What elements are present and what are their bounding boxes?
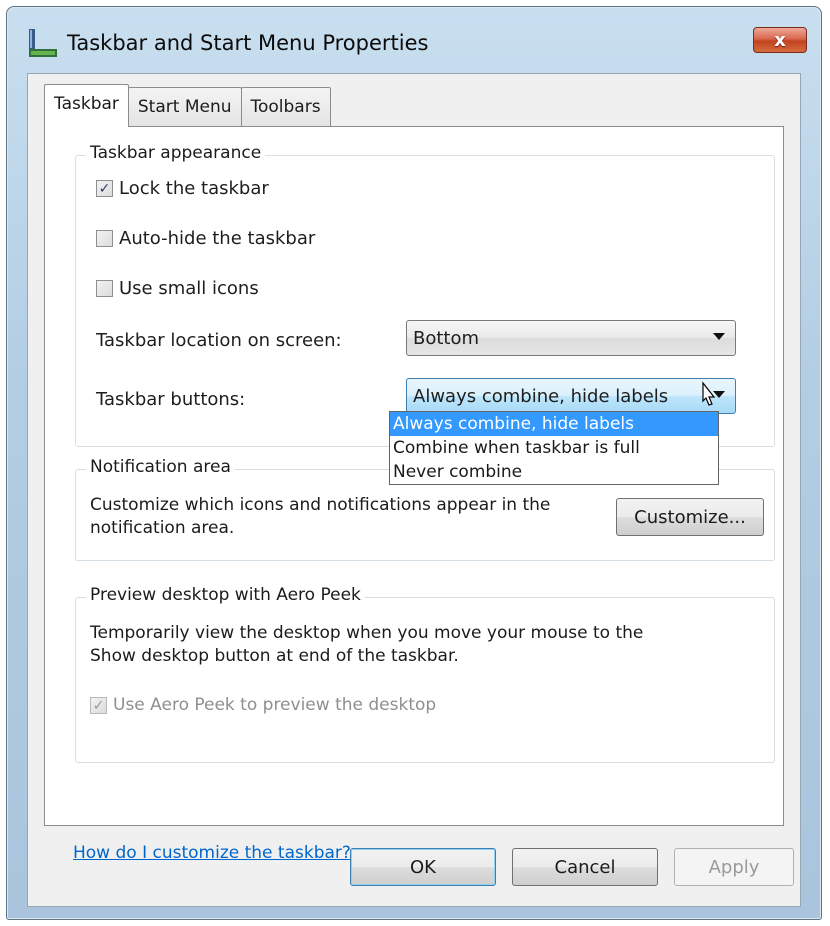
tab-start-menu[interactable]: Start Menu: [127, 87, 242, 126]
location-label: Taskbar location on screen:: [96, 330, 342, 351]
peek-description: Temporarily view the desktop when you mo…: [90, 622, 643, 668]
group-title-notification: Notification area: [86, 457, 235, 477]
group-title-appearance: Taskbar appearance: [86, 143, 266, 163]
notification-desc-line2: notification area.: [90, 518, 235, 538]
small-icons-label: Use small icons: [119, 278, 259, 299]
notification-description: Customize which icons and notifications …: [90, 494, 550, 540]
taskbar-app-icon: [29, 29, 57, 57]
buttons-dropdown-list: Always combine, hide labels Combine when…: [389, 411, 719, 485]
window-title: Taskbar and Start Menu Properties: [67, 31, 429, 55]
autohide-checkbox[interactable]: [96, 230, 113, 247]
close-button[interactable]: x: [753, 27, 807, 53]
small-icons-checkbox[interactable]: [96, 280, 113, 297]
buttons-value: Always combine, hide labels: [413, 385, 669, 407]
tab-strip: Taskbar Start Menu Toolbars: [44, 84, 331, 127]
peek-desc-line2: Show desktop button at end of the taskba…: [90, 646, 459, 666]
lock-taskbar-checkbox[interactable]: ✓: [96, 180, 113, 197]
aero-peek-group: Preview desktop with Aero Peek Temporari…: [75, 585, 775, 763]
ok-button[interactable]: OK: [350, 848, 496, 886]
autohide-label: Auto-hide the taskbar: [119, 228, 316, 249]
close-icon: x: [774, 29, 786, 51]
mouse-cursor-icon: [702, 381, 716, 406]
lock-taskbar-row[interactable]: ✓ Lock the taskbar: [96, 178, 269, 199]
peek-desc-line1: Temporarily view the desktop when you mo…: [90, 623, 644, 643]
tab-taskbar[interactable]: Taskbar: [44, 84, 129, 127]
taskbar-tab-panel: Taskbar appearance ✓ Lock the taskbar Au…: [44, 126, 784, 863]
dropdown-option-never-combine[interactable]: Never combine: [390, 460, 718, 484]
notification-desc-line1: Customize which icons and notifications …: [90, 495, 551, 515]
customize-button[interactable]: Customize...: [616, 498, 764, 536]
location-select[interactable]: Bottom: [406, 320, 736, 356]
small-icons-row[interactable]: Use small icons: [96, 278, 259, 299]
lock-taskbar-label: Lock the taskbar: [119, 178, 269, 199]
tab-toolbars[interactable]: Toolbars: [240, 87, 331, 126]
apply-button[interactable]: Apply: [674, 848, 794, 886]
buttons-select[interactable]: Always combine, hide labels: [406, 378, 736, 414]
title-bar[interactable]: Taskbar and Start Menu Properties x: [7, 7, 821, 73]
aero-peek-checkbox[interactable]: ✓: [90, 697, 107, 714]
dropdown-option-always-combine[interactable]: Always combine, hide labels: [390, 412, 718, 436]
dialog-client-area: Taskbar Start Menu Toolbars Taskbar appe…: [27, 73, 801, 907]
location-value: Bottom: [413, 327, 480, 349]
aero-peek-label: Use Aero Peek to preview the desktop: [113, 695, 437, 715]
buttons-label: Taskbar buttons:: [96, 389, 246, 410]
taskbar-appearance-group: Taskbar appearance ✓ Lock the taskbar Au…: [75, 143, 775, 447]
chevron-down-icon: [713, 333, 725, 340]
group-title-peek: Preview desktop with Aero Peek: [86, 585, 365, 605]
properties-window: Taskbar and Start Menu Properties x Task…: [6, 6, 822, 920]
aero-peek-row[interactable]: ✓ Use Aero Peek to preview the desktop: [90, 694, 436, 717]
help-link[interactable]: How do I customize the taskbar?: [73, 843, 351, 863]
autohide-row[interactable]: Auto-hide the taskbar: [96, 228, 315, 249]
dropdown-option-combine-when-full[interactable]: Combine when taskbar is full: [390, 436, 718, 460]
cancel-button[interactable]: Cancel: [512, 848, 658, 886]
